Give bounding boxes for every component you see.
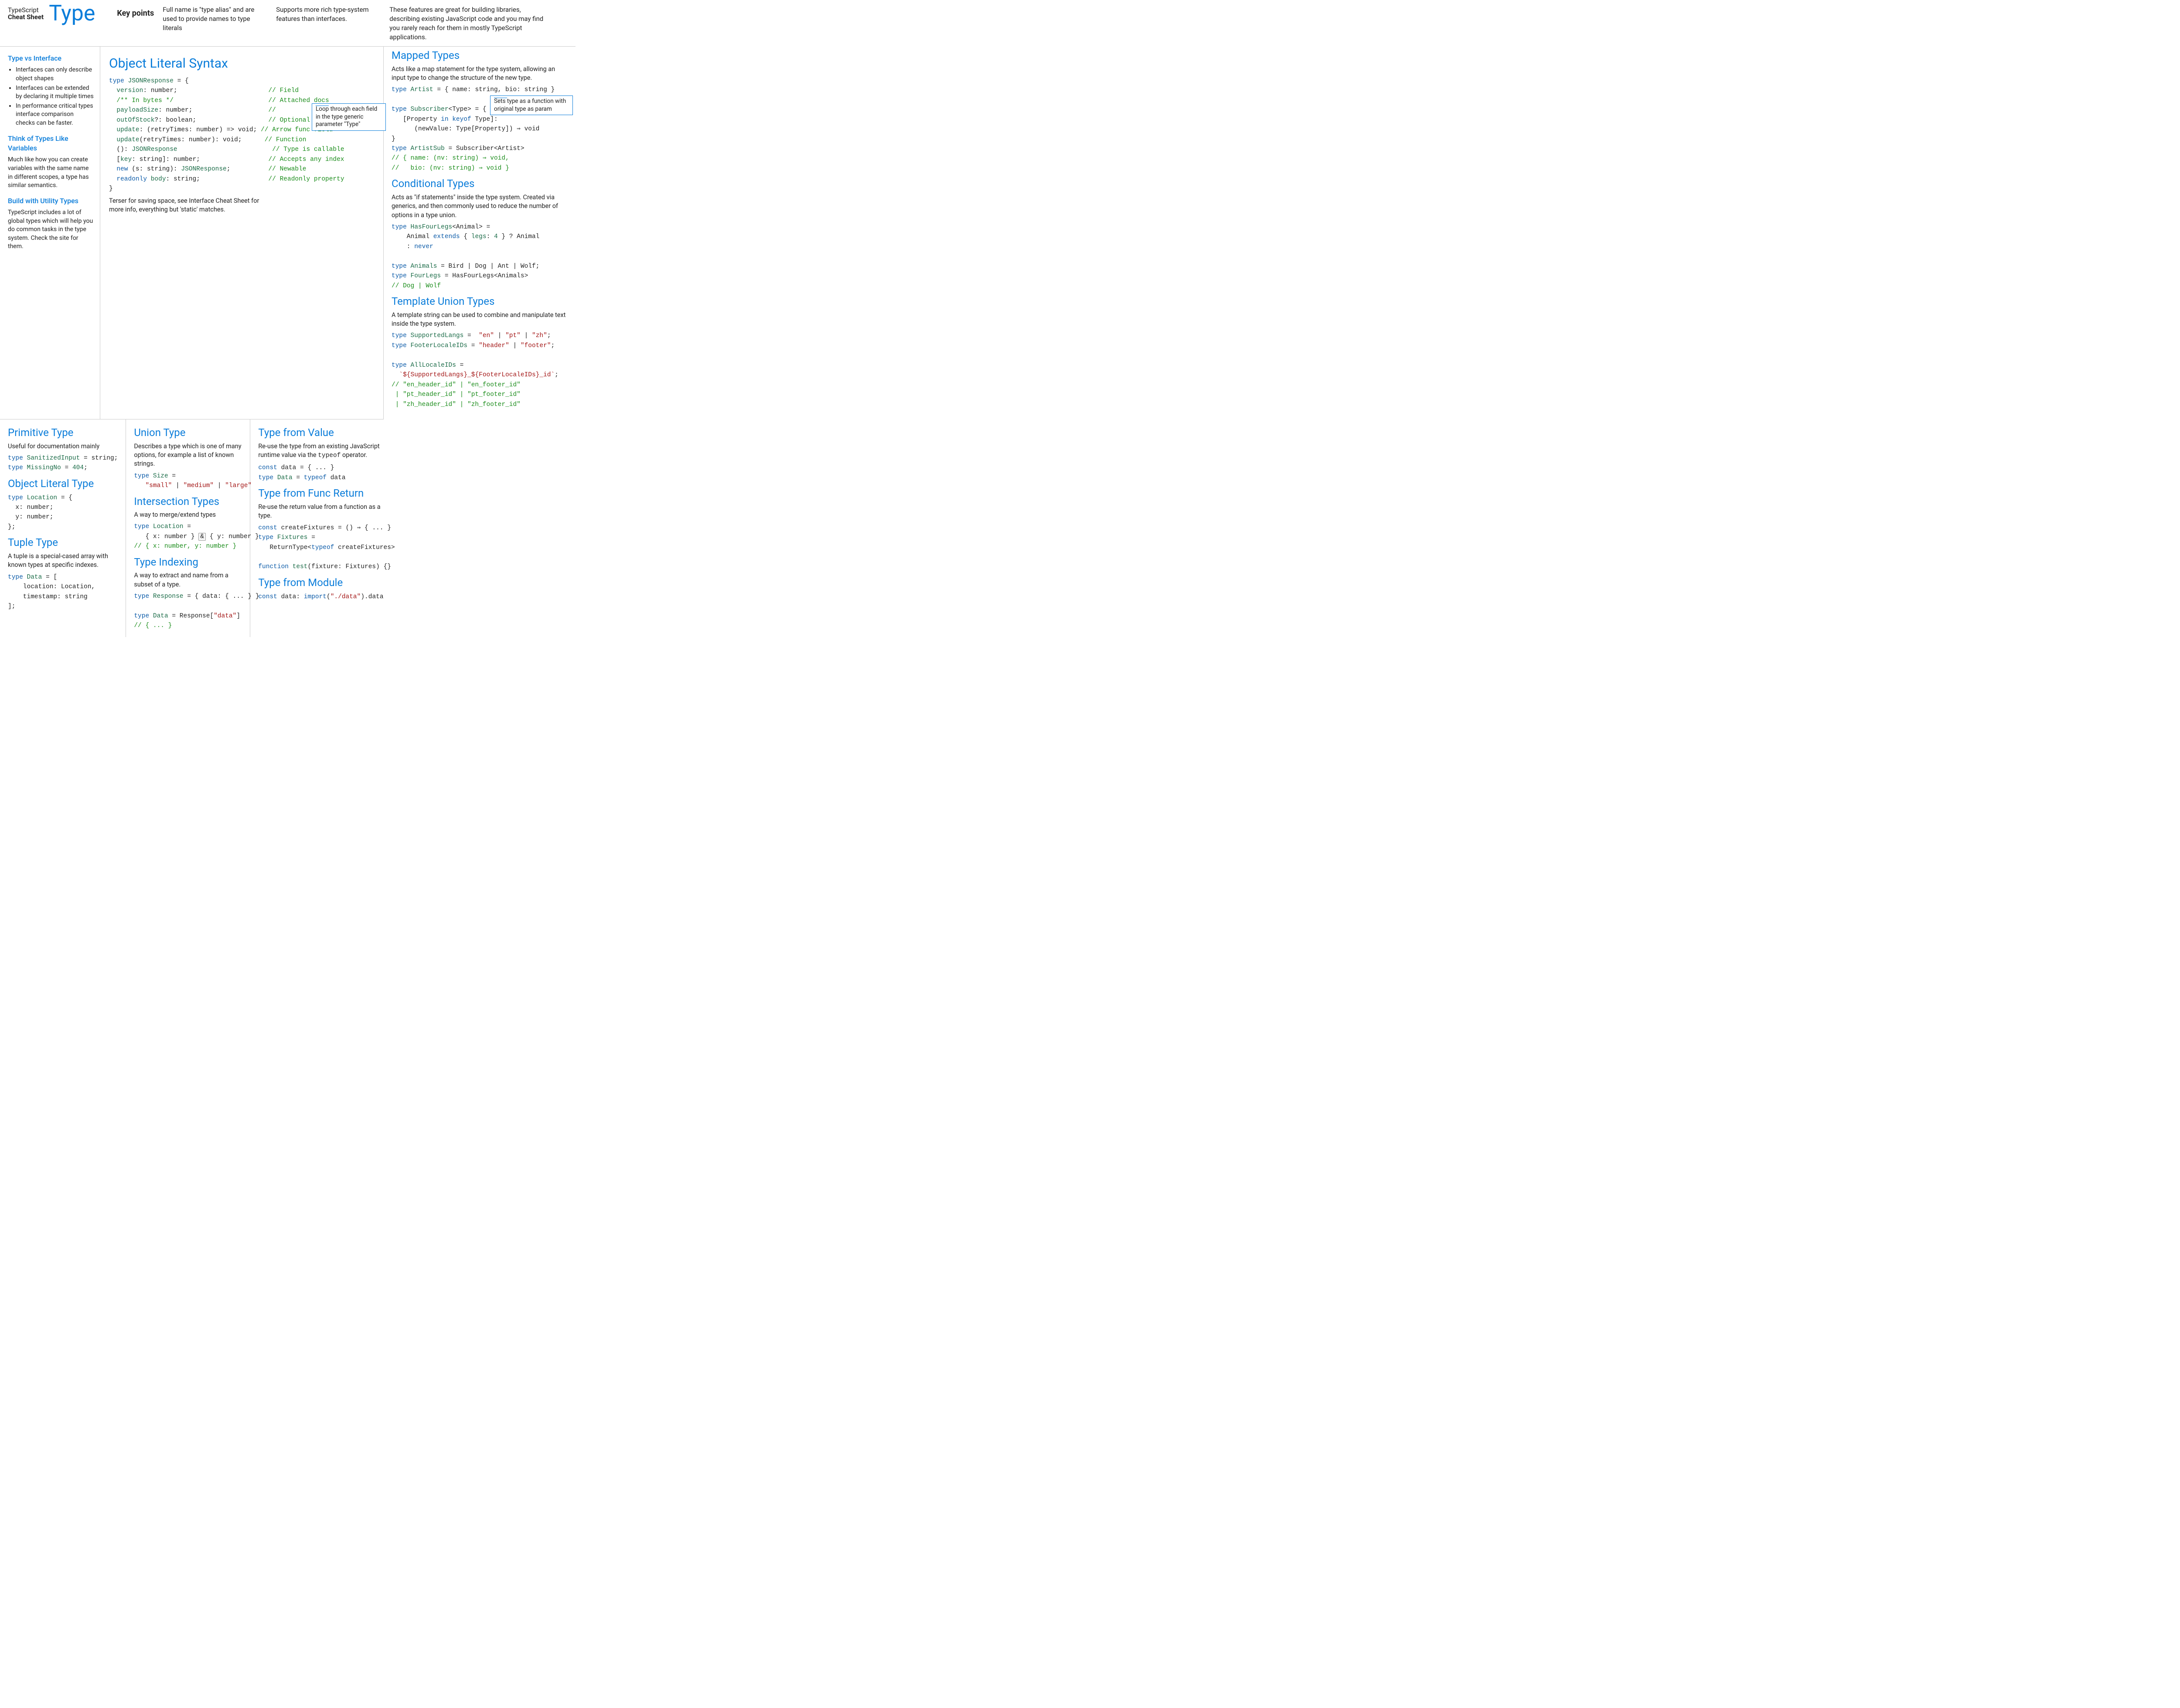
type-indexing-title: Type Indexing (134, 555, 242, 570)
key-points-label: Key points (117, 3, 154, 19)
sidebar-heading-type-vs-interface: Type vs Interface (8, 54, 94, 63)
callout-loop-fields: Loop through each field in the type gene… (312, 103, 386, 131)
type-from-module-title: Type from Module (258, 576, 395, 590)
sidebar-heading-variables: Think of Types Like Variables (8, 134, 94, 153)
sidebar-heading-utility: Build with Utility Types (8, 196, 94, 206)
bottom-col-3: Type from Value Re-use the type from an … (250, 419, 402, 637)
type-from-module-code: const data: import("./data").data (258, 592, 395, 602)
tuple-type-title: Tuple Type (8, 535, 118, 550)
right-column: Mapped Types Acts like a map statement f… (384, 47, 576, 419)
object-literal-code: type JSONResponse = { version: number; /… (109, 76, 375, 194)
template-union-code: type SupportedLangs = "en" | "pt" | "zh"… (392, 331, 568, 409)
callout-sets-type: Sets type as a function with original ty… (490, 95, 573, 115)
main-column: Object Literal Syntax type JSONResponse … (100, 47, 384, 419)
object-literal-type-code: type Location = { x: number; y: number; … (8, 493, 118, 532)
object-literal-title: Object Literal Syntax (109, 55, 375, 73)
sidebar-para: Much like how you can create variables w… (8, 156, 94, 190)
type-from-return-code: const createFixtures = () ⇒ { ... } type… (258, 523, 395, 572)
key-point-3: These features are great for building li… (381, 3, 555, 42)
sidebar-bullets: Interfaces can only describe object shap… (8, 66, 94, 127)
mapped-types-title: Mapped Types (392, 48, 568, 63)
intersection-types-code: type Location = { x: number } & { y: num… (134, 522, 242, 551)
header: TypeScript Cheat Sheet Type Key points F… (0, 0, 576, 47)
brand-text: TypeScript Cheat Sheet (8, 7, 44, 21)
intersection-types-title: Intersection Types (134, 494, 242, 509)
primitive-type-title: Primitive Type (8, 426, 118, 440)
type-indexing-desc: A way to extract and name from a subset … (134, 571, 242, 589)
template-union-desc: A template string can be used to combine… (392, 311, 568, 329)
sidebar-bullet: Interfaces can be extended by declaring … (16, 84, 94, 101)
tuple-type-code: type Data = [ location: Location, timest… (8, 573, 118, 612)
type-from-return-desc: Re-use the return value from a function … (258, 503, 395, 521)
mapped-types-desc: Acts like a map statement for the type s… (392, 65, 568, 83)
sidebar-para: TypeScript includes a lot of global type… (8, 208, 94, 251)
key-point-2: Supports more rich type-system features … (267, 3, 381, 24)
type-from-value-title: Type from Value (258, 426, 395, 440)
template-union-title: Template Union Types (392, 294, 568, 309)
key-point-1: Full name is "type alias" and are used t… (154, 3, 267, 33)
primitive-type-code: type SanitizedInput = string; type Missi… (8, 453, 118, 473)
union-type-desc: Describes a type which is one of many op… (134, 442, 242, 469)
brand-line1: TypeScript (8, 7, 44, 14)
union-type-code: type Size = "small" | "medium" | "large" (134, 471, 242, 491)
conditional-types-title: Conditional Types (392, 177, 568, 191)
sidebar: Type vs Interface Interfaces can only de… (0, 47, 100, 419)
type-from-return-title: Type from Func Return (258, 486, 395, 501)
brand: TypeScript Cheat Sheet Type (8, 3, 95, 24)
type-from-value-desc: Re-use the type from an existing JavaScr… (258, 442, 395, 461)
object-literal-type-title: Object Literal Type (8, 477, 118, 491)
union-type-title: Union Type (134, 426, 242, 440)
bottom-col-2: Union Type Describes a type which is one… (126, 419, 250, 637)
brand-big: Type (49, 3, 95, 24)
sidebar-bullet: In performance critical types interface … (16, 102, 94, 128)
sidebar-bullet: Interfaces can only describe object shap… (16, 66, 94, 83)
conditional-types-desc: Acts as "if statements" inside the type … (392, 193, 568, 220)
conditional-types-code: type HasFourLegs<Animal> = Animal extend… (392, 222, 568, 291)
object-literal-note: Terser for saving space, see Interface C… (109, 197, 266, 215)
type-indexing-code: type Response = { data: { ... } } type D… (134, 592, 242, 631)
brand-line2: Cheat Sheet (8, 14, 44, 21)
type-from-value-code: const data = { ... } type Data = typeof … (258, 463, 395, 483)
primitive-type-desc: Useful for documentation mainly (8, 442, 118, 451)
bottom-col-1: Primitive Type Useful for documentation … (0, 419, 126, 637)
tuple-type-desc: A tuple is a special-cased array with kn… (8, 552, 118, 570)
intersection-types-desc: A way to merge/extend types (134, 511, 242, 519)
